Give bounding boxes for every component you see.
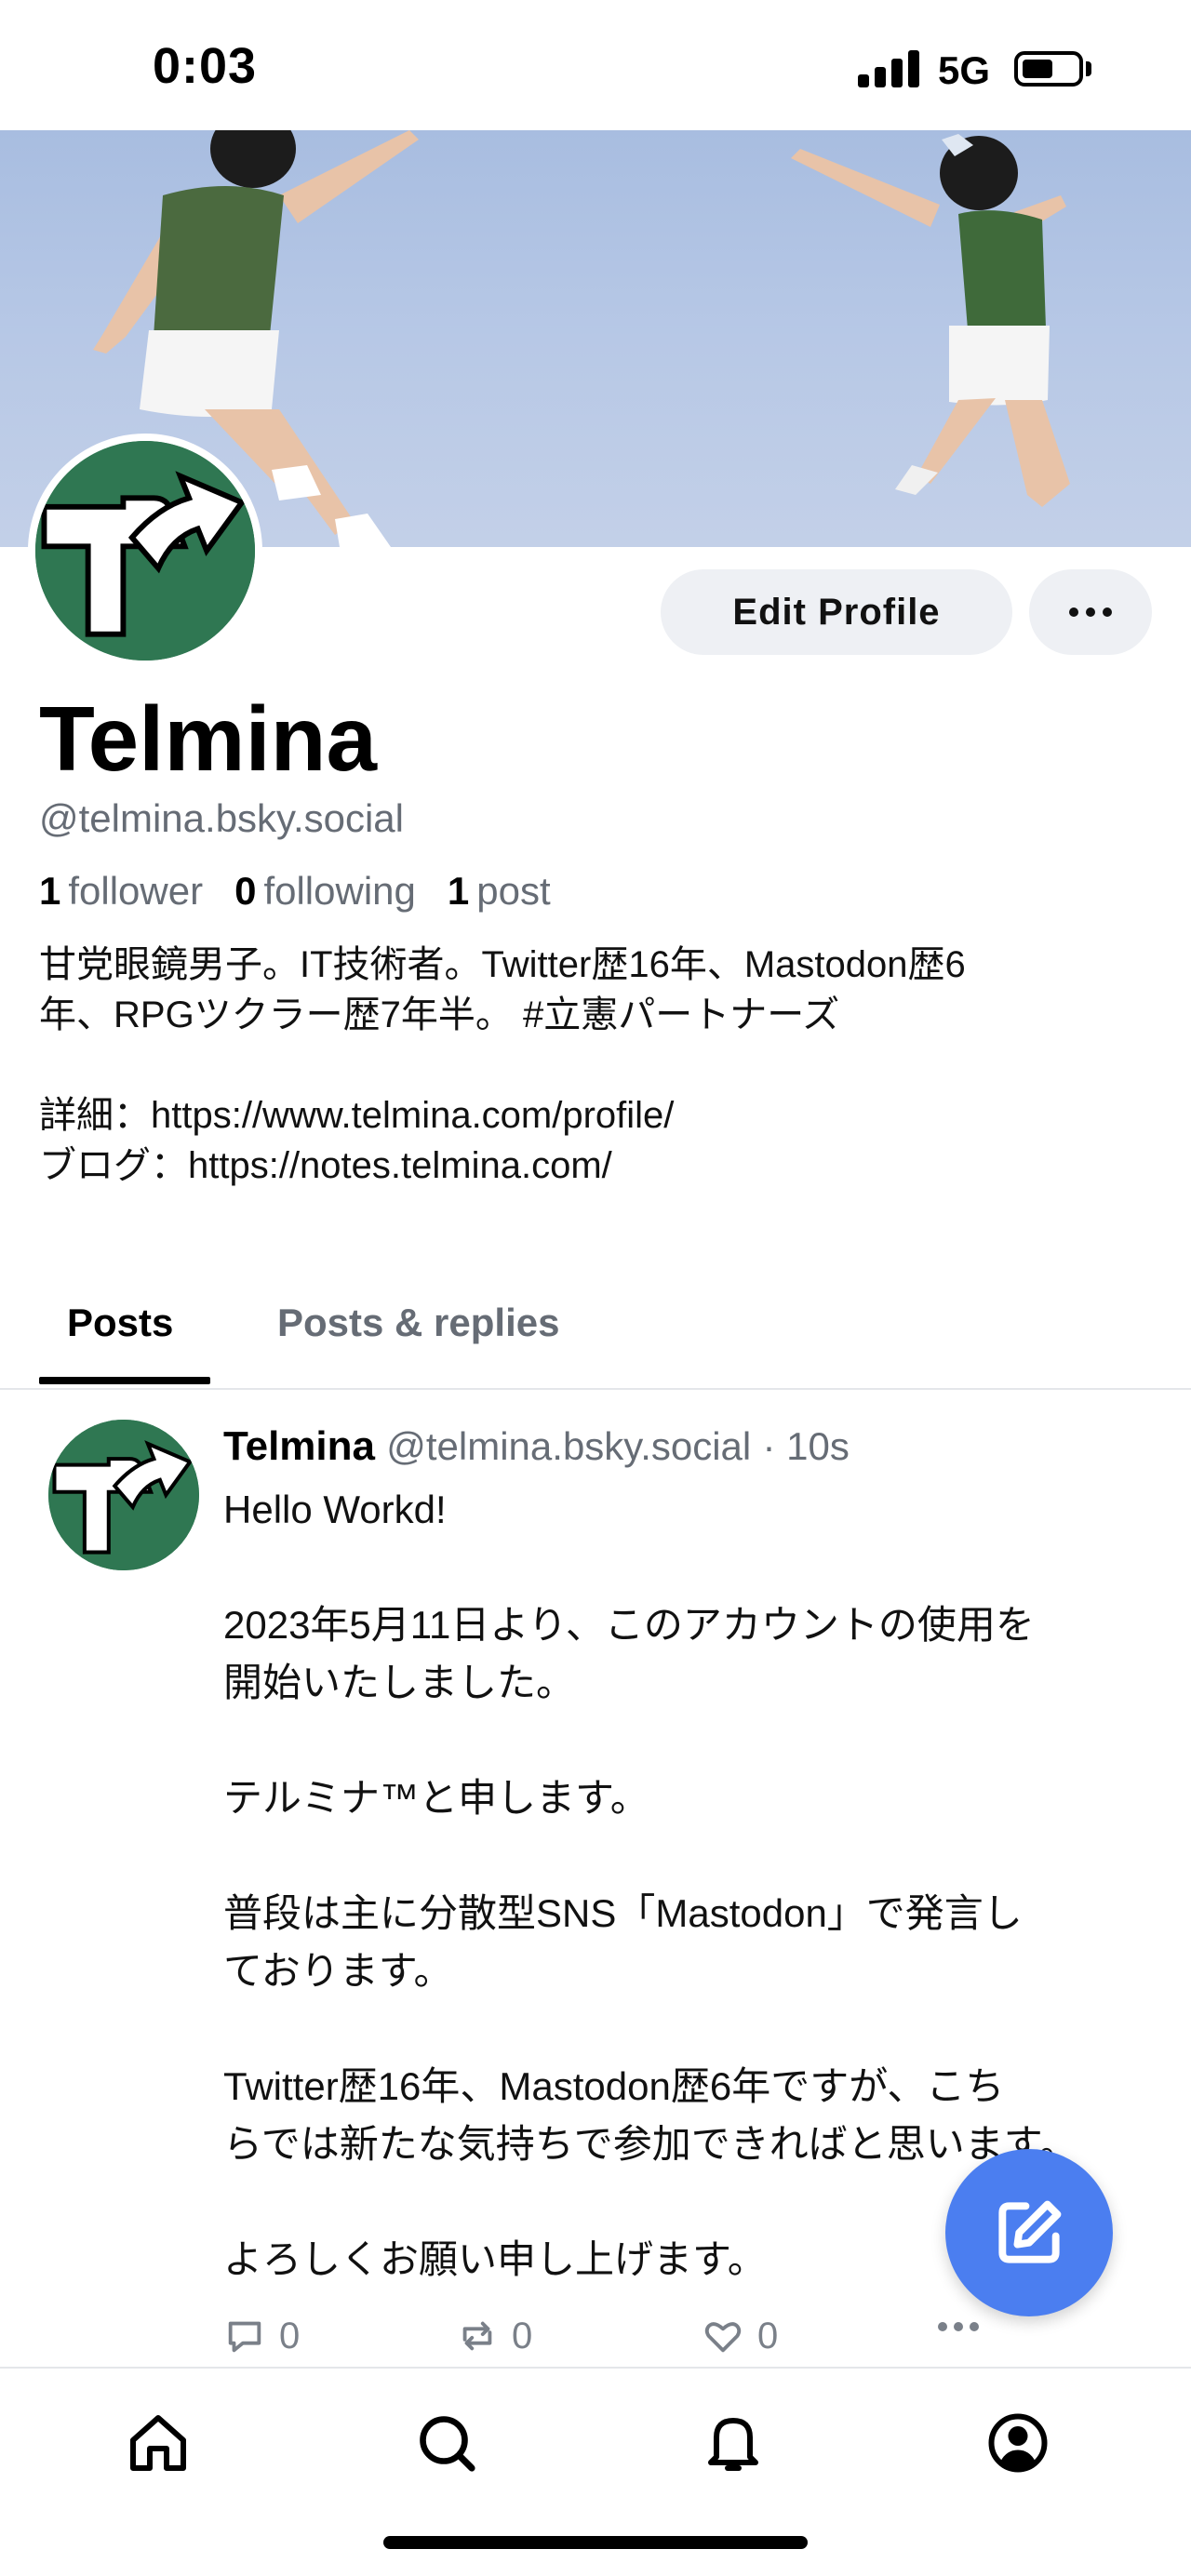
post-time: · 10s	[762, 1424, 850, 1468]
heart-icon	[704, 2322, 742, 2353]
post-more-button[interactable]	[938, 2322, 979, 2331]
more-icon	[1069, 607, 1078, 617]
edit-profile-button[interactable]: Edit Profile	[661, 569, 1012, 655]
profile-icon	[988, 2413, 1048, 2473]
home-indicator[interactable]	[383, 2536, 808, 2549]
like-button[interactable]: 0	[702, 2315, 778, 2357]
avatar-logo-icon	[48, 1420, 199, 1570]
display-name: Telmina	[39, 687, 378, 790]
post-avatar[interactable]	[48, 1420, 199, 1570]
nav-notifications[interactable]	[696, 2406, 770, 2480]
post-author[interactable]: Telmina	[223, 1423, 375, 1469]
compose-icon	[998, 2200, 1062, 2263]
profile-avatar[interactable]	[28, 434, 262, 668]
profile-handle: @telmina.bsky.social	[39, 796, 404, 840]
posts-count: 1 post	[447, 869, 551, 913]
signal-icon	[858, 50, 919, 87]
profile-tabs: Posts Posts & replies	[0, 1284, 1191, 1390]
nav-search[interactable]	[409, 2406, 484, 2480]
reply-icon	[228, 2321, 261, 2353]
home-icon	[130, 2415, 186, 2471]
network-label: 5G	[938, 48, 991, 92]
more-icon	[938, 2322, 947, 2331]
search-icon	[420, 2416, 475, 2472]
followers-link[interactable]: 1 follower	[39, 869, 203, 914]
avatar-logo-icon	[35, 441, 255, 661]
repost-count: 0	[512, 2315, 533, 2356]
status-bar: 0:03 5G	[0, 0, 1191, 130]
profile-bio: 甘党眼鏡男子。IT技術者。Twitter歴16年、Mastodon歴6 年、RP…	[39, 944, 966, 1186]
repost-icon	[462, 2321, 492, 2351]
profile-more-button[interactable]	[1029, 569, 1152, 655]
repost-button[interactable]: 0	[456, 2315, 532, 2357]
status-time: 0:03	[153, 38, 258, 94]
active-tab-indicator	[39, 1377, 210, 1384]
reply-button[interactable]: 0	[223, 2315, 300, 2357]
nav-profile[interactable]	[981, 2406, 1055, 2480]
nav-home[interactable]	[121, 2406, 195, 2480]
reply-count: 0	[279, 2315, 301, 2356]
profile-stats: 1 follower 0 following 1 post	[39, 869, 551, 914]
post-actions: 0 0 0	[223, 2315, 1005, 2370]
battery-icon	[1014, 51, 1083, 87]
post-handle[interactable]: @telmina.bsky.social	[386, 1424, 751, 1468]
tab-posts-and-replies[interactable]: Posts & replies	[277, 1301, 559, 1345]
battery-cap	[1086, 61, 1091, 76]
bell-icon	[708, 2418, 758, 2471]
following-link[interactable]: 0 following	[234, 869, 416, 914]
tab-posts[interactable]: Posts	[67, 1301, 173, 1345]
like-count: 0	[757, 2315, 779, 2356]
compose-button[interactable]	[945, 2149, 1113, 2316]
post-header: Telmina @telmina.bsky.social · 10s	[223, 1423, 850, 1470]
